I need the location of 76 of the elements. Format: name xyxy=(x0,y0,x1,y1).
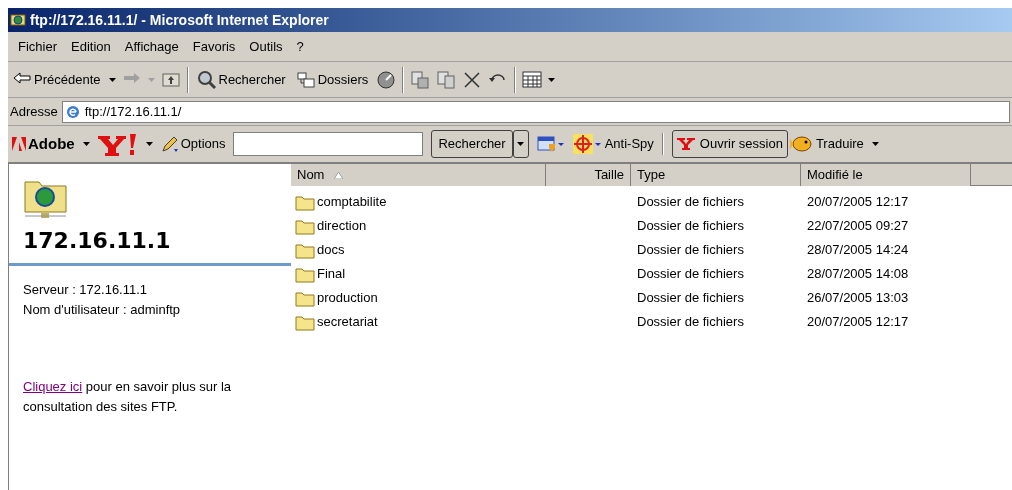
user-info: Nom d'utilisateur : adminftp xyxy=(23,300,182,319)
caret-icon xyxy=(517,142,525,146)
menu-item[interactable]: Outils xyxy=(243,34,289,59)
search-field[interactable] xyxy=(233,132,424,156)
folder-icon xyxy=(295,193,315,211)
popup-blocker-icon[interactable] xyxy=(536,135,565,153)
adobe-logo-icon xyxy=(12,137,26,151)
table-cell-text: 22/07/2005 09:27 xyxy=(806,217,910,236)
table-cell-text: 28/07/2005 14:24 xyxy=(806,241,910,260)
folders-icon xyxy=(295,69,316,90)
ie-logo-icon xyxy=(64,103,81,120)
folder-icon xyxy=(295,217,315,235)
menu-item[interactable]: Favoris xyxy=(186,34,242,59)
caret-icon[interactable] xyxy=(871,142,879,146)
caret-icon[interactable] xyxy=(145,142,153,146)
search-button[interactable]: Rechercher xyxy=(431,130,513,158)
table-cell-text: Dossier de fichiers xyxy=(636,265,745,284)
anti-spy-button[interactable]: Anti-Spy xyxy=(572,134,654,154)
help-link[interactable]: Cliquez ici xyxy=(23,379,83,394)
file-name[interactable]: Final xyxy=(317,264,346,284)
table-cell-text: Dossier de fichiers xyxy=(636,217,745,236)
table-cell-text: 28/07/2005 14:08 xyxy=(806,265,910,284)
delete-icon[interactable] xyxy=(462,69,483,90)
file-name[interactable]: secretariat xyxy=(317,312,378,332)
caret-icon[interactable] xyxy=(108,77,116,82)
file-name[interactable]: direction xyxy=(317,216,367,236)
column-header[interactable]: Nom xyxy=(291,164,546,186)
table-cell-text: 20/07/2005 12:17 xyxy=(806,313,910,332)
move-to-icon[interactable] xyxy=(410,69,431,90)
table-cell-text: 26/07/2005 13:03 xyxy=(806,289,910,308)
yahoo-logo-icon[interactable] xyxy=(97,132,138,156)
back-button[interactable]: Précédente xyxy=(10,65,103,94)
login-button[interactable]: Ouvrir session xyxy=(671,130,788,158)
search-icon xyxy=(196,69,217,90)
server-title: 172.16.11.1 xyxy=(23,227,172,255)
table-cell-text: 20/07/2005 12:17 xyxy=(806,193,910,212)
column-header[interactable]: Type xyxy=(631,164,801,186)
crosshair-icon xyxy=(572,134,601,154)
menu-item[interactable]: Fichier xyxy=(12,34,63,59)
folder-icon xyxy=(295,289,315,307)
column-header[interactable]: Modifié le xyxy=(801,164,971,186)
table-cell-text: Dossier de fichiers xyxy=(636,193,745,212)
adobe-button[interactable]: Adobe xyxy=(12,132,75,156)
menu-item[interactable]: ? xyxy=(290,34,310,59)
folder-icon xyxy=(295,265,315,283)
menu-item[interactable]: Affichage xyxy=(118,34,185,59)
search-button[interactable]: Rechercher xyxy=(194,65,288,94)
file-name[interactable]: docs xyxy=(317,240,345,260)
server-info: Serveur : 172.16.11.1 xyxy=(23,281,149,299)
column-header xyxy=(971,164,1012,185)
dropdown-button[interactable] xyxy=(512,130,529,158)
copy-to-icon[interactable] xyxy=(436,69,457,90)
menu-item[interactable]: Edition xyxy=(65,34,117,59)
globe-folder-icon xyxy=(10,12,26,28)
folder-icon xyxy=(295,313,315,331)
folders-button[interactable]: Dossiers xyxy=(293,65,371,94)
history-icon[interactable] xyxy=(376,69,397,90)
fish-icon xyxy=(789,134,812,154)
caret-icon[interactable] xyxy=(548,77,556,82)
file-name[interactable]: production xyxy=(317,288,378,308)
table-cell-text: Dossier de fichiers xyxy=(636,313,745,332)
address-field[interactable]: ftp://172.16.11.1/ xyxy=(61,100,1010,123)
column-header[interactable]: Taille xyxy=(546,164,631,186)
yahoo-logo-icon xyxy=(676,138,697,150)
address-label: Adresse xyxy=(10,102,58,121)
table-cell-text: Dossier de fichiers xyxy=(636,289,745,308)
table-cell-text: Dossier de fichiers xyxy=(636,241,745,260)
folder-icon xyxy=(295,241,315,259)
translate-button[interactable]: Traduire xyxy=(789,134,864,154)
views-icon[interactable] xyxy=(522,69,543,90)
caret-icon[interactable] xyxy=(82,142,90,146)
pencil-icon xyxy=(160,135,179,153)
window-title: ftp://172.16.11.1/ - Microsoft Internet Explorer xyxy=(30,10,329,30)
help-text: Cliquez ici pour en savoir plus sur la consultation des sites FTP. xyxy=(23,378,233,416)
file-name[interactable]: comptabilite xyxy=(317,192,387,212)
options-button[interactable]: Options xyxy=(160,134,226,154)
